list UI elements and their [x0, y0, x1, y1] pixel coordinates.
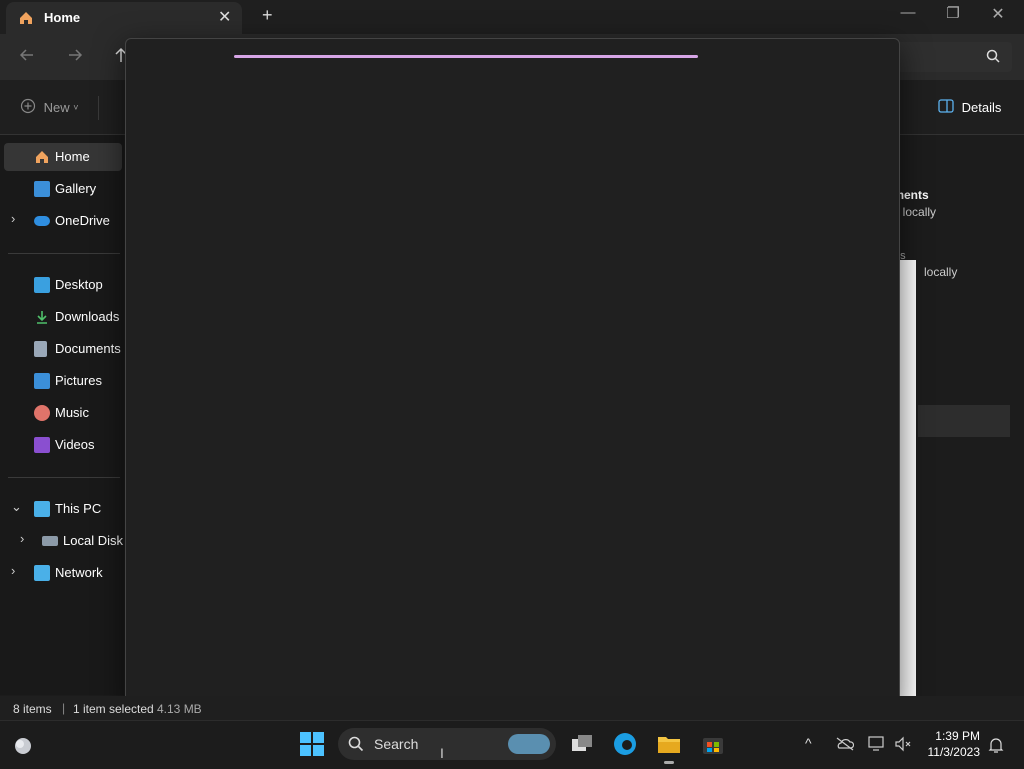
sidebar-item-documents[interactable]: Documents	[0, 335, 124, 363]
sidebar-item-label: Home	[55, 149, 90, 164]
sidebar-item-label: OneDrive	[55, 213, 110, 228]
taskbar-search-label: Search	[374, 736, 419, 752]
selection-count: 1 item selected	[73, 702, 154, 716]
chevron-right-icon[interactable]: ›	[11, 563, 15, 578]
store-icon[interactable]	[700, 731, 726, 757]
clock-date: 11/3/2023	[927, 745, 981, 759]
loading-dialog	[125, 38, 900, 708]
progress-bar	[234, 55, 698, 58]
selection-size: 4.13 MB	[157, 702, 202, 716]
status-bar: 8 items | 1 item selected 4.13 MB	[0, 696, 1024, 720]
sidebar-item-label: Videos	[55, 437, 95, 452]
onedrive-tray-icon[interactable]	[836, 737, 855, 754]
cloud-icon	[34, 216, 50, 226]
details-button[interactable]: Details	[938, 99, 1001, 116]
sidebar-item-videos[interactable]: Videos	[0, 431, 124, 459]
clock-time: 1:39 PM	[935, 729, 980, 743]
forward-arrow-icon[interactable]	[66, 46, 84, 69]
sidebar-divider	[8, 253, 120, 254]
sidebar-item-label: Documents	[55, 341, 121, 356]
sidebar: Home Gallery › OneDrive Desktop Download…	[0, 135, 131, 695]
status-divider: |	[62, 701, 66, 715]
sidebar-item-label: Desktop	[55, 277, 103, 292]
home-icon	[18, 10, 34, 29]
desktop-icon	[34, 277, 50, 293]
sidebar-item-home[interactable]: Home	[4, 143, 122, 171]
pictures-icon	[34, 373, 50, 389]
notification-bell-icon[interactable]	[988, 736, 1004, 757]
active-app-indicator	[664, 761, 674, 764]
tab-home[interactable]: Home ✕	[6, 2, 242, 34]
chevron-down-icon: ˅	[73, 102, 79, 113]
plus-circle-icon	[20, 98, 36, 117]
sidebar-item-label: Network	[55, 565, 103, 580]
file-status-text: locally	[924, 265, 958, 279]
text-cursor-icon: I	[440, 745, 444, 761]
system-clock[interactable]: 1:39 PM 11/3/2023	[928, 728, 981, 760]
chevron-right-icon[interactable]: ›	[20, 531, 24, 546]
details-pane-icon	[938, 99, 954, 116]
restore-button[interactable]: ❐	[938, 4, 968, 22]
weather-icon[interactable]	[12, 734, 34, 759]
search-icon	[348, 736, 364, 755]
sidebar-item-network[interactable]: › Network	[0, 559, 124, 587]
volume-muted-icon[interactable]	[894, 736, 912, 755]
new-tab-button[interactable]: +	[262, 5, 273, 26]
items-count: 8 items	[13, 702, 52, 716]
sidebar-item-label: Downloads	[55, 309, 120, 324]
main-content-peek: uments ed locally ps locally	[886, 140, 1024, 680]
chevron-down-icon[interactable]: ⌄	[11, 499, 22, 515]
search-highlight-icon	[508, 734, 550, 754]
file-explorer-icon[interactable]	[656, 731, 682, 757]
edge-browser-icon[interactable]	[612, 731, 638, 757]
details-button-label: Details	[961, 100, 1002, 116]
sidebar-divider	[8, 477, 120, 478]
sidebar-item-desktop[interactable]: Desktop	[0, 271, 124, 299]
new-button-label: New	[43, 100, 70, 115]
close-tab-icon[interactable]: ✕	[218, 7, 231, 27]
new-button[interactable]: New ˅	[20, 98, 79, 117]
document-icon	[34, 341, 47, 357]
computer-icon	[34, 501, 50, 517]
sidebar-item-label: Pictures	[55, 373, 102, 388]
music-icon	[34, 405, 50, 421]
drive-icon	[42, 536, 58, 546]
sidebar-item-local-disk[interactable]: › Local Disk (	[0, 527, 131, 555]
start-windows-icon[interactable]	[300, 732, 324, 759]
selected-row[interactable]	[918, 405, 1010, 437]
sidebar-item-pictures[interactable]: Pictures	[0, 367, 124, 395]
sidebar-item-onedrive[interactable]: › OneDrive	[0, 207, 124, 235]
videos-icon	[34, 437, 50, 453]
sidebar-item-gallery[interactable]: Gallery	[0, 175, 124, 203]
taskbar-search[interactable]: Search	[338, 728, 556, 760]
background-window-edge	[898, 260, 916, 706]
chevron-right-icon[interactable]: ›	[11, 211, 15, 226]
close-button[interactable]: ✕	[983, 4, 1013, 24]
search-box[interactable]	[896, 42, 1012, 72]
download-icon	[34, 309, 50, 325]
sidebar-item-label: Gallery	[55, 181, 97, 196]
network-tray-icon[interactable]	[868, 736, 886, 755]
gallery-icon	[34, 181, 50, 197]
toolbar-divider	[98, 96, 99, 120]
tab-title: Home	[44, 10, 81, 25]
sidebar-item-music[interactable]: Music	[0, 399, 124, 427]
sidebar-item-label: Local Disk (	[63, 533, 131, 548]
chevron-up-icon[interactable]: ^	[805, 735, 812, 751]
back-arrow-icon[interactable]	[18, 46, 36, 69]
network-icon	[34, 565, 50, 581]
search-icon	[986, 49, 1000, 66]
minimize-button[interactable]: —	[893, 4, 923, 21]
home-icon	[34, 149, 50, 165]
sidebar-item-label: This PC	[55, 501, 102, 516]
sidebar-item-this-pc[interactable]: ⌄ This PC	[0, 495, 124, 523]
task-view-icon[interactable]	[569, 731, 595, 757]
sidebar-item-label: Music	[55, 405, 89, 420]
sidebar-item-downloads[interactable]: Downloads	[0, 303, 124, 331]
